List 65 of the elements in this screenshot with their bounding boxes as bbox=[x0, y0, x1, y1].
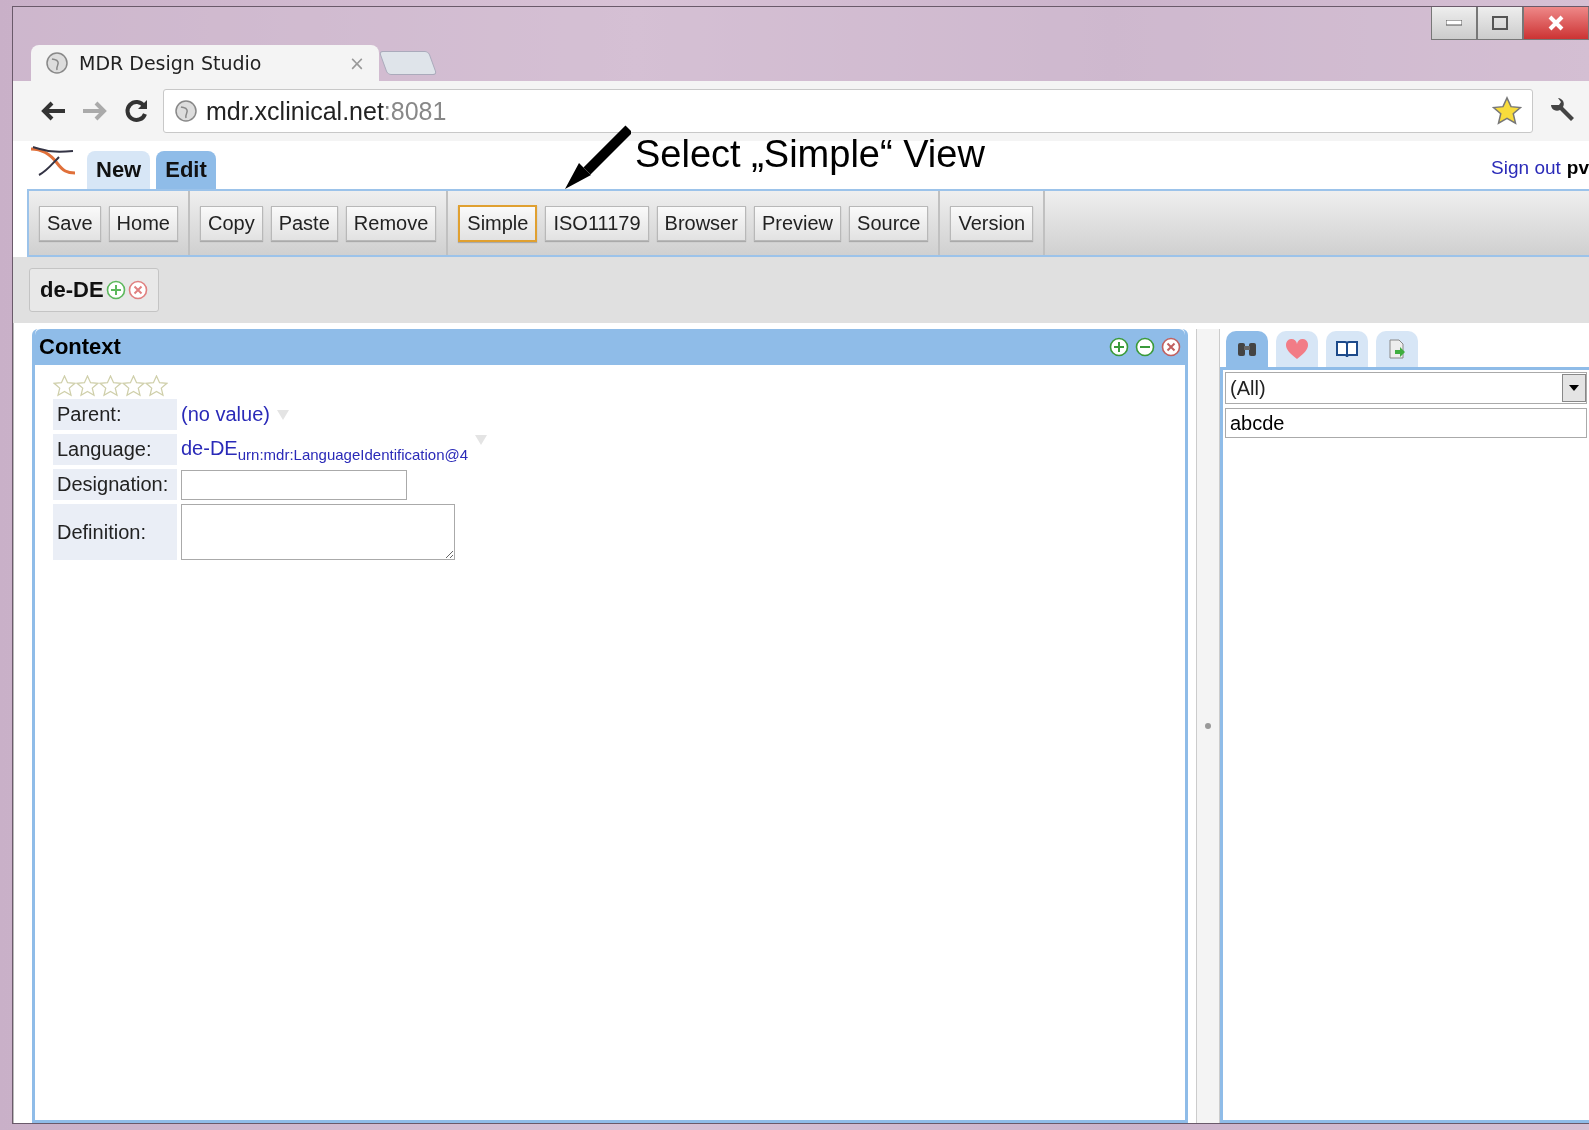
splitter-handle[interactable] bbox=[1196, 329, 1220, 1123]
search-field[interactable]: abcde bbox=[1225, 408, 1587, 438]
maximize-icon bbox=[1492, 16, 1508, 30]
panel-title: Context bbox=[39, 334, 121, 360]
globe-icon bbox=[174, 99, 198, 123]
close-icon[interactable] bbox=[1161, 337, 1181, 357]
toolbar-button[interactable]: Source bbox=[849, 205, 929, 241]
maximize-button[interactable] bbox=[1477, 7, 1523, 40]
toolbar-button[interactable]: Save bbox=[39, 205, 101, 241]
caret-icon bbox=[1569, 385, 1579, 391]
globe-icon bbox=[45, 51, 69, 75]
designation-field[interactable] bbox=[181, 469, 407, 500]
minus-icon[interactable] bbox=[1135, 337, 1155, 357]
export-icon bbox=[1387, 338, 1407, 360]
close-icon bbox=[1547, 15, 1565, 31]
minimize-icon bbox=[1446, 20, 1462, 26]
definition-field[interactable] bbox=[181, 504, 455, 560]
star-icon[interactable] bbox=[122, 375, 145, 397]
side-tab[interactable] bbox=[1226, 331, 1268, 367]
filter-select[interactable]: (All) bbox=[1225, 372, 1587, 404]
forward-icon[interactable] bbox=[81, 99, 109, 123]
field-label: Designation: bbox=[53, 469, 177, 500]
app-tab[interactable]: New bbox=[87, 151, 151, 189]
minimize-button[interactable] bbox=[1431, 7, 1477, 40]
toolbar-button[interactable]: Simple bbox=[458, 204, 538, 242]
star-icon[interactable] bbox=[99, 375, 122, 397]
field-value[interactable]: (no value) bbox=[181, 403, 270, 426]
toolbar-button[interactable]: Browser bbox=[656, 205, 746, 241]
user-name: pv bbox=[1566, 157, 1589, 178]
toolbar-button[interactable]: Version bbox=[950, 205, 1034, 241]
field-value[interactable]: de-DE$_{urn:mdr:LanguageIdentification@4}$ bbox=[181, 436, 469, 463]
field-label: Language: bbox=[53, 434, 177, 465]
toolbar-button[interactable]: Remove bbox=[345, 205, 437, 241]
browser-tab[interactable]: MDR Design Studio × bbox=[31, 45, 379, 81]
grip-icon[interactable] bbox=[1204, 722, 1212, 730]
url-text: mdr.xclinical.net:8081 bbox=[206, 96, 448, 126]
book-icon bbox=[1335, 339, 1359, 359]
star-icon[interactable] bbox=[76, 375, 99, 397]
app-tab[interactable]: Edit bbox=[156, 151, 216, 189]
new-tab-button[interactable] bbox=[378, 51, 438, 75]
add-icon[interactable] bbox=[105, 280, 126, 300]
toolbar-button[interactable]: Paste bbox=[270, 205, 338, 241]
toolbar-button[interactable]: Preview bbox=[753, 205, 842, 241]
field-label: Parent: bbox=[53, 399, 177, 430]
annotation-text: Select „Simple“ View bbox=[635, 133, 985, 176]
close-button[interactable] bbox=[1523, 7, 1589, 40]
language-chip[interactable]: de-DE bbox=[29, 268, 159, 312]
language-label: de-DE bbox=[40, 277, 104, 303]
sign-out-link[interactable]: Sign out bbox=[1491, 157, 1561, 178]
star-icon[interactable] bbox=[53, 375, 76, 397]
toolbar-button[interactable]: Copy bbox=[199, 205, 263, 241]
star-icon[interactable] bbox=[1492, 96, 1522, 126]
tab-title: MDR Design Studio bbox=[79, 52, 263, 74]
field-label: Definition: bbox=[53, 504, 177, 560]
binoculars-icon bbox=[1236, 340, 1258, 358]
remove-icon[interactable] bbox=[127, 280, 148, 300]
reload-icon[interactable] bbox=[123, 98, 149, 124]
toolbar-button[interactable]: Home bbox=[108, 205, 178, 241]
add-icon[interactable] bbox=[1109, 337, 1129, 357]
heart-icon bbox=[1285, 338, 1309, 360]
star-icon[interactable] bbox=[145, 375, 168, 397]
toolbar-button[interactable]: ISO11179 bbox=[545, 205, 649, 241]
side-tab[interactable] bbox=[1326, 331, 1368, 367]
address-bar[interactable]: mdr.xclinical.net:8081 bbox=[163, 89, 1533, 133]
back-icon[interactable] bbox=[39, 99, 67, 123]
